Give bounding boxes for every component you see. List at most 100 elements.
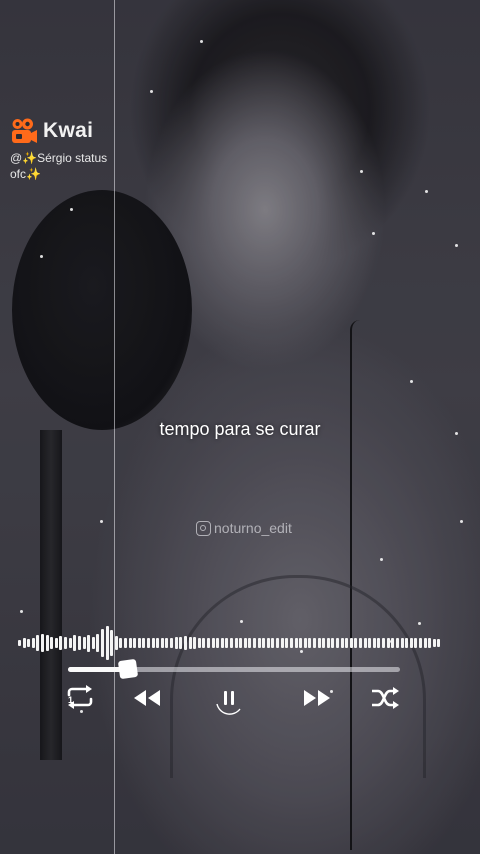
- visualizer-bar: [128, 637, 132, 649]
- visualizer-bar: [363, 637, 367, 649]
- sparkle: [410, 380, 413, 383]
- visualizer-bar: [170, 638, 174, 648]
- visualizer-bar: [82, 637, 86, 649]
- visualizer-bar: [340, 637, 344, 649]
- visualizer-bar: [414, 637, 418, 649]
- visualizer-bar: [225, 637, 229, 649]
- visualizer-bar: [202, 637, 206, 649]
- previous-icon[interactable]: [132, 688, 162, 708]
- visualizer-bar: [299, 638, 303, 648]
- sparkle: [70, 208, 73, 211]
- progress-knob[interactable]: [117, 658, 138, 680]
- visualizer-bar: [133, 637, 137, 649]
- visualizer-bar: [87, 634, 91, 652]
- visualizer-bar: [142, 637, 146, 649]
- visualizer-bar: [326, 637, 330, 649]
- visualizer-bar: [386, 637, 390, 649]
- kwai-camera-icon: [12, 118, 37, 143]
- audio-visualizer: [18, 620, 442, 660]
- next-icon[interactable]: [302, 688, 332, 708]
- visualizer-bar: [179, 636, 183, 650]
- visualizer-bar: [59, 636, 63, 650]
- visualizer-bar: [193, 637, 197, 649]
- visualizer-bar: [234, 638, 238, 648]
- visualizer-bar: [220, 637, 224, 649]
- visualizer-bar: [280, 637, 284, 649]
- visualizer-bar: [391, 638, 395, 648]
- kwai-logo: Kwai: [10, 117, 93, 145]
- visualizer-bar: [100, 628, 104, 658]
- visualizer-bar: [91, 637, 95, 649]
- visualizer-bar: [400, 637, 404, 649]
- visualizer-bar: [257, 637, 261, 649]
- visualizer-bar: [156, 637, 160, 649]
- handle-line-2: ofc✨: [10, 167, 41, 181]
- visualizer-bar: [243, 637, 247, 649]
- visualizer-bar: [395, 637, 399, 649]
- visualizer-bar: [368, 638, 372, 648]
- svg-text:1: 1: [68, 695, 73, 705]
- sparkle: [200, 40, 203, 43]
- visualizer-bar: [22, 637, 26, 649]
- visualizer-bar: [382, 637, 386, 649]
- visualizer-bar: [41, 633, 45, 653]
- visualizer-bar: [31, 637, 35, 649]
- visualizer-bar: [312, 637, 316, 649]
- visualizer-bar: [308, 637, 312, 649]
- visualizer-bar: [96, 633, 100, 653]
- creator-handle: @✨Sérgio status ofc✨: [10, 150, 122, 182]
- visualizer-bar: [64, 637, 68, 649]
- repeat-one-icon[interactable]: 1: [64, 684, 96, 710]
- visualizer-bar: [73, 635, 77, 651]
- visualizer-bar: [262, 637, 266, 649]
- visualizer-bar: [276, 638, 280, 648]
- lyric-caption: tempo para se curar: [159, 419, 321, 439]
- pause-icon[interactable]: [212, 682, 246, 716]
- visualizer-bar: [230, 637, 233, 649]
- visualizer-bar: [174, 637, 178, 649]
- visualizer-bar: [359, 637, 363, 649]
- visualizer-bar: [124, 638, 127, 648]
- visualizer-bar: [409, 637, 413, 649]
- instagram-watermark: noturno_edit: [196, 520, 292, 536]
- watermark-text: noturno_edit: [214, 520, 292, 536]
- visualizer-bar: [294, 637, 298, 649]
- visualizer-bar: [331, 637, 335, 649]
- visualizer-bar: [36, 635, 40, 651]
- visualizer-bar: [137, 638, 141, 648]
- visualizer-bar: [197, 637, 201, 649]
- sparkle: [455, 244, 458, 247]
- visualizer-bar: [151, 638, 155, 648]
- visualizer-bar: [303, 637, 307, 649]
- visualizer-bar: [345, 638, 349, 648]
- visualizer-bar: [349, 637, 353, 649]
- visualizer-bar: [211, 638, 215, 648]
- visualizer-bar: [354, 637, 358, 649]
- visualizer-bar: [114, 636, 118, 650]
- visualizer-bar: [253, 637, 257, 649]
- visualizer-bar: [18, 639, 21, 647]
- kwai-wordmark: Kwai: [43, 119, 94, 142]
- shuffle-icon[interactable]: [370, 686, 400, 710]
- sparkle: [360, 170, 363, 173]
- visualizer-bar: [248, 638, 252, 648]
- progress-bar[interactable]: [68, 658, 400, 680]
- visualizer-bar: [322, 638, 326, 648]
- sparkle: [425, 190, 428, 193]
- visualizer-bar: [266, 637, 270, 649]
- visualizer-bar: [160, 637, 164, 649]
- visualizer-bar: [45, 635, 49, 651]
- visualizer-bar: [285, 637, 289, 649]
- visualizer-bar: [147, 637, 151, 649]
- visualizer-bar: [437, 639, 441, 647]
- visualizer-bar: [206, 637, 210, 649]
- visualizer-bar: [418, 637, 422, 649]
- sparkle: [100, 520, 103, 523]
- visualizer-bar: [405, 637, 409, 649]
- visualizer-bar: [377, 637, 381, 649]
- visualizer-bar: [50, 637, 54, 649]
- instagram-icon: [196, 520, 211, 536]
- visualizer-bar: [423, 637, 427, 649]
- sparkle: [20, 610, 23, 613]
- sparkle: [80, 710, 83, 713]
